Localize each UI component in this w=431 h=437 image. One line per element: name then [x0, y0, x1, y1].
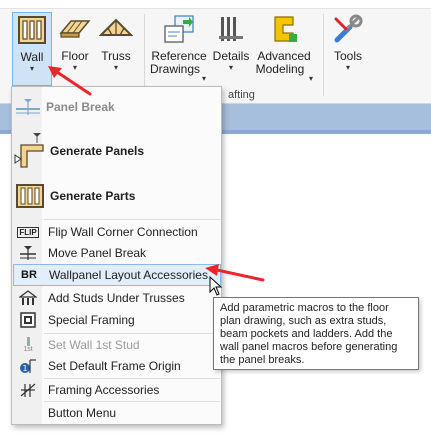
br-icon: BR [14, 269, 44, 281]
menu-item-framing-accessories[interactable]: Framing Accessories [13, 379, 221, 401]
first-stud-icon: 1st [13, 337, 43, 353]
special-framing-icon [13, 312, 43, 328]
flip-icon-text: FLIP [17, 226, 39, 238]
ribbon-separator [144, 14, 145, 96]
menu-item-label: Panel Break [46, 100, 115, 114]
menu-item-label: Wallpanel Layout Accessories [49, 268, 208, 282]
menu-item-special-framing[interactable]: Special Framing [13, 309, 221, 331]
menu-item-set-default-frame-origin[interactable]: 1 Set Default Frame Origin [13, 355, 221, 377]
menu-item-label: Set Default Frame Origin [48, 359, 181, 373]
menu-item-generate-panels[interactable]: Generate Panels [13, 127, 221, 175]
annotation-arrow-wall [48, 66, 92, 96]
panel-break-icon [13, 97, 43, 117]
reference-drawings-label-2: Drawings [149, 62, 200, 76]
wall-dropdown-menu: Panel Break Generate Panels Generate Par… [11, 86, 222, 425]
annotation-arrow-wallpanel [205, 264, 265, 282]
menu-item-label: Framing Accessories [48, 383, 160, 397]
menu-item-label: Move Panel Break [48, 246, 147, 260]
menu-item-move-panel-break[interactable]: Move Panel Break [13, 243, 221, 263]
details-button-label: Details [212, 49, 250, 63]
wall-button-label: Wall [20, 50, 44, 64]
first-stud-icon-text: 1st [23, 346, 33, 353]
menu-item-button-menu[interactable]: Button Menu [13, 402, 221, 424]
chevron-down-icon: ▾ [345, 63, 350, 72]
ribbon-separator [323, 14, 324, 96]
reference-drawings-icon [162, 12, 196, 46]
menu-item-set-wall-1st-stud[interactable]: 1st Set Wall 1st Stud [13, 334, 221, 356]
tools-button[interactable]: Tools ▾ [329, 12, 367, 86]
chevron-down-icon: ▾ [29, 64, 34, 73]
generate-panels-icon [13, 131, 47, 171]
br-icon-text: BR [21, 269, 37, 281]
truss-button-label: Truss [101, 49, 131, 63]
menu-item-wallpanel-layout-accessories[interactable]: BR Wallpanel Layout Accessories [13, 264, 221, 286]
menu-item-label: Button Menu [48, 406, 117, 420]
chevron-down-icon: ▾ [228, 63, 233, 72]
menu-item-label: Flip Wall Corner Connection [48, 225, 198, 239]
menu-item-generate-parts[interactable]: Generate Parts [13, 179, 221, 213]
menu-item-label: Set Wall 1st Stud [48, 338, 140, 352]
menu-item-label: Special Framing [48, 313, 135, 327]
flip-icon: FLIP [13, 226, 43, 238]
menu-item-label: Generate Parts [50, 189, 136, 203]
chevron-down-icon: ▾ [308, 74, 313, 83]
chevron-down-icon: ▾ [201, 74, 206, 83]
tools-icon [331, 12, 365, 46]
first-stud-icon-bar [26, 337, 30, 346]
chevron-down-icon: ▾ [113, 63, 118, 72]
move-panel-break-icon [13, 245, 43, 261]
frame-origin-icon: 1 [13, 357, 43, 375]
menu-item-flip-wall-corner[interactable]: FLIP Flip Wall Corner Connection [13, 222, 221, 242]
studs-under-trusses-icon [13, 290, 43, 306]
truss-icon [99, 12, 133, 46]
ribbon-group-label: afting [228, 89, 255, 101]
menu-item-label: Generate Panels [50, 144, 145, 158]
framing-accessories-icon [13, 382, 43, 398]
menu-item-add-studs-under-trusses[interactable]: Add Studs Under Trusses [13, 287, 221, 309]
details-icon [214, 12, 248, 46]
ribbon-top-edge [0, 0, 431, 9]
wall-icon [15, 13, 49, 47]
reference-drawings-button[interactable]: Reference Drawings ▾ [150, 12, 208, 86]
details-button[interactable]: Details ▾ [212, 12, 250, 86]
menu-item-label: Add Studs Under Trusses [48, 291, 185, 305]
advanced-modeling-button[interactable]: Advanced Modeling ▾ [253, 12, 315, 86]
advanced-modeling-label-2: Modeling [255, 62, 305, 76]
menu-divider [44, 219, 220, 220]
tooltip-text: Add parametric macros to the floor plan … [220, 302, 398, 366]
svg-text:1: 1 [22, 364, 27, 373]
generate-parts-icon [13, 183, 47, 209]
truss-button[interactable]: Truss ▾ [97, 12, 135, 86]
floor-icon [58, 12, 92, 46]
tools-button-label: Tools [333, 49, 362, 63]
advanced-modeling-icon [267, 12, 301, 46]
tooltip: Add parametric macros to the floor plan … [213, 297, 419, 370]
